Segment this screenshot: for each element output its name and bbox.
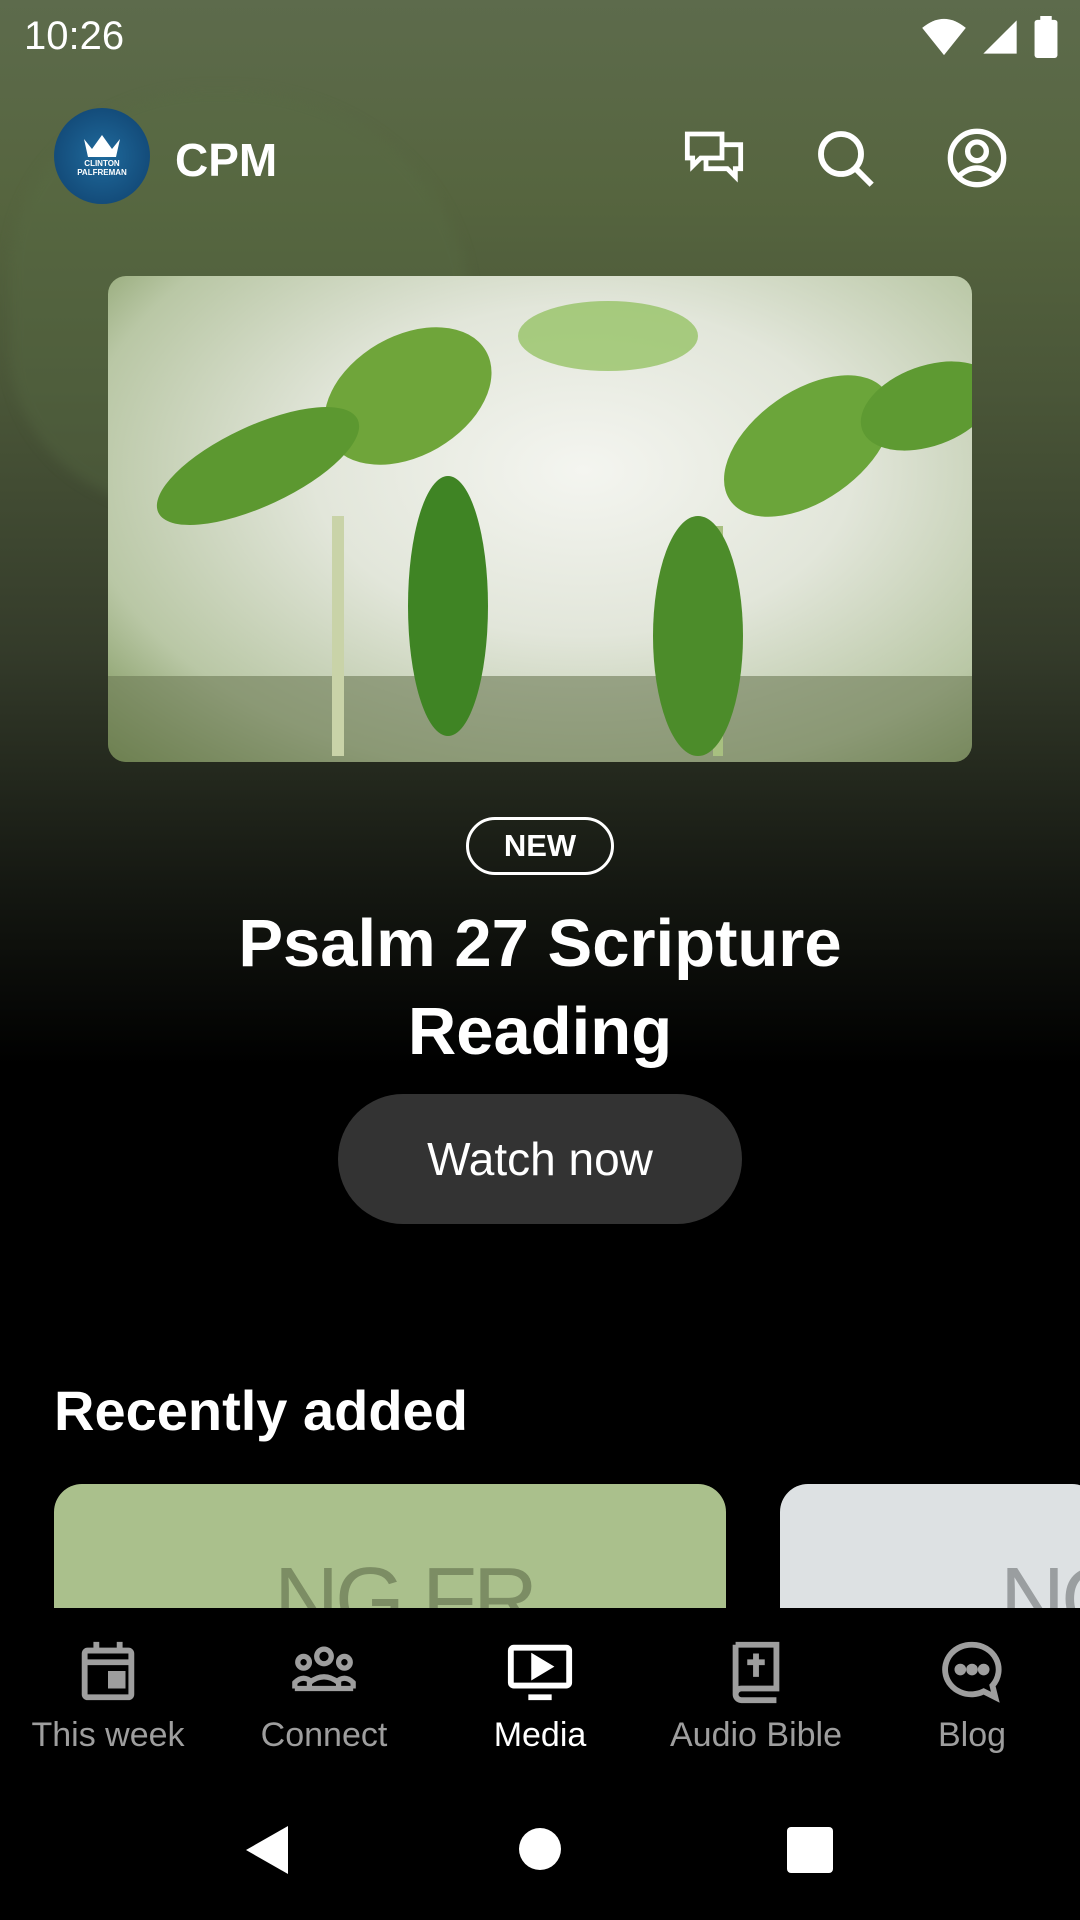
wifi-icon bbox=[922, 18, 966, 56]
hero-image[interactable] bbox=[108, 276, 972, 762]
hero-title: Psalm 27 Scripture Reading bbox=[140, 900, 940, 1076]
signal-icon bbox=[983, 20, 1017, 54]
nav-audio-bible[interactable]: Audio Bible bbox=[648, 1608, 864, 1758]
logo-text: CLINTON bbox=[84, 159, 120, 168]
chat-bubble-icon bbox=[942, 1641, 1002, 1703]
cpm-logo[interactable]: CLINTON PALFREMAN bbox=[54, 108, 150, 204]
status-bar: 10:26 bbox=[0, 0, 1080, 72]
system-navigation-bar bbox=[0, 1780, 1080, 1920]
nav-blog[interactable]: Blog bbox=[864, 1608, 1080, 1758]
nav-label: This week bbox=[31, 1716, 185, 1754]
media-card[interactable]: NG bbox=[780, 1484, 1080, 1608]
watch-now-button[interactable]: Watch now bbox=[338, 1094, 742, 1224]
nav-label: Media bbox=[493, 1716, 587, 1754]
account-icon[interactable] bbox=[945, 126, 1009, 190]
calendar-icon bbox=[81, 1641, 135, 1701]
bible-icon bbox=[732, 1641, 780, 1704]
card-text: NG bbox=[1000, 1550, 1080, 1608]
groups-icon bbox=[292, 1646, 356, 1692]
recents-icon[interactable] bbox=[787, 1827, 833, 1873]
chat-icon[interactable] bbox=[682, 126, 746, 190]
new-badge: NEW bbox=[466, 817, 614, 875]
nav-label: Connect bbox=[260, 1716, 388, 1754]
nav-this-week[interactable]: This week bbox=[0, 1608, 216, 1758]
nav-label: Audio Bible bbox=[669, 1716, 842, 1754]
app-title: CPM bbox=[175, 134, 278, 186]
bottom-navigation: This week Connect Media Audio Bible Blog bbox=[0, 1608, 1080, 1758]
tv-play-icon bbox=[507, 1644, 573, 1701]
crown-icon bbox=[84, 135, 120, 157]
hero-title-line: Reading bbox=[407, 994, 673, 1069]
nav-connect[interactable]: Connect bbox=[216, 1608, 432, 1758]
nav-media[interactable]: Media bbox=[432, 1608, 648, 1758]
card-text: NG FR bbox=[274, 1550, 538, 1608]
status-time: 10:26 bbox=[24, 14, 125, 58]
home-icon[interactable] bbox=[518, 1827, 562, 1871]
logo-text: PALFREMAN bbox=[77, 168, 127, 177]
hero-title-line: Psalm 27 Scripture bbox=[238, 906, 842, 981]
recently-added-heading: Recently added bbox=[54, 1379, 468, 1442]
media-card[interactable]: NG FR bbox=[54, 1484, 726, 1608]
search-icon[interactable] bbox=[813, 126, 877, 190]
battery-icon bbox=[1034, 16, 1058, 58]
back-icon[interactable] bbox=[244, 1824, 290, 1876]
nav-label: Blog bbox=[937, 1716, 1007, 1754]
seedlings-image bbox=[108, 301, 972, 762]
